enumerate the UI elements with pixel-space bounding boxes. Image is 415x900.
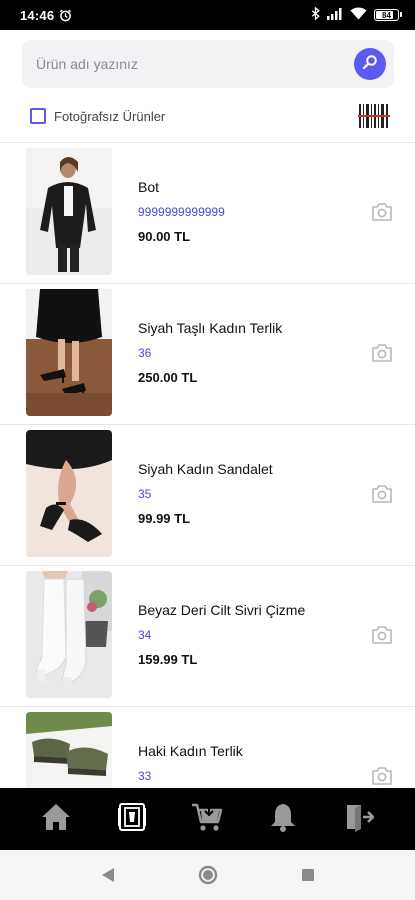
- nav-notifications-button[interactable]: [261, 797, 305, 841]
- camera-icon[interactable]: [371, 203, 393, 226]
- logout-icon: [344, 802, 375, 837]
- back-icon[interactable]: [96, 863, 120, 887]
- search-button[interactable]: [354, 48, 386, 80]
- battery-level: 84: [382, 10, 391, 20]
- camera-icon[interactable]: [371, 626, 393, 649]
- nav-logout-button[interactable]: [337, 797, 381, 841]
- product-barcode: 35: [138, 487, 152, 501]
- black-heeled-sandals-photo: [26, 289, 112, 416]
- search-input[interactable]: [36, 56, 354, 72]
- signal-icon: [327, 7, 343, 23]
- product-price: 99.99 TL: [138, 511, 191, 526]
- filter-row: Fotoğrafsız Ürünler: [30, 102, 390, 130]
- status-bar: 14:46 84: [0, 0, 415, 30]
- khaki-slippers-photo: [26, 712, 112, 788]
- bluetooth-icon: [311, 6, 320, 23]
- product-name: Siyah Taşlı Kadın Terlik: [138, 320, 283, 336]
- product-price: 250.00 TL: [138, 370, 198, 385]
- photoless-products-label[interactable]: Fotoğrafsız Ürünler: [54, 109, 165, 124]
- white-leather-boots-photo: [26, 571, 112, 698]
- barcode-icon[interactable]: [358, 104, 390, 128]
- bottom-navigation: [0, 788, 415, 850]
- product-price: 159.99 TL: [138, 652, 198, 667]
- product-name: Siyah Kadın Sandalet: [138, 461, 273, 477]
- photoless-products-checkbox[interactable]: [30, 108, 46, 124]
- cart-icon: [191, 802, 223, 837]
- wifi-icon: [350, 7, 367, 23]
- product-price: 90.00 TL: [138, 229, 191, 244]
- camera-icon[interactable]: [371, 344, 393, 367]
- product-list[interactable]: Bot 9999999999999 90.00 TL Siyah Taşlı K…: [0, 143, 415, 788]
- alarm-icon: [59, 9, 72, 22]
- product-barcode: 33: [138, 769, 152, 783]
- nav-home-button[interactable]: [34, 797, 78, 841]
- search-bar: [22, 40, 394, 88]
- bell-icon: [270, 802, 296, 837]
- product-barcode: 36: [138, 346, 152, 360]
- black-ankle-strap-sandals-photo: [26, 430, 112, 557]
- home-icon: [41, 803, 71, 836]
- product-barcode: 34: [138, 628, 152, 642]
- product-item[interactable]: Beyaz Deri Cilt Sivri Çizme 34 159.99 TL: [0, 566, 415, 707]
- home-circle-icon[interactable]: [196, 863, 220, 887]
- nav-catalog-button[interactable]: [110, 797, 154, 841]
- battery-icon: 84: [374, 9, 402, 21]
- product-item[interactable]: Siyah Taşlı Kadın Terlik 36 250.00 TL: [0, 284, 415, 425]
- camera-icon[interactable]: [371, 767, 393, 788]
- product-name: Bot: [138, 179, 160, 195]
- camera-icon[interactable]: [371, 485, 393, 508]
- system-navigation: [0, 850, 415, 900]
- product-catalog-icon: [117, 802, 147, 837]
- product-barcode: 9999999999999: [138, 205, 225, 219]
- product-name: Haki Kadın Terlik: [138, 743, 243, 759]
- product-name: Beyaz Deri Cilt Sivri Çizme: [138, 602, 306, 618]
- product-item[interactable]: Haki Kadın Terlik 33: [0, 707, 415, 788]
- recents-icon[interactable]: [296, 863, 320, 887]
- woman-black-blazer-photo: [26, 148, 112, 275]
- nav-cart-button[interactable]: [185, 797, 229, 841]
- product-item[interactable]: Siyah Kadın Sandalet 35 99.99 TL: [0, 425, 415, 566]
- search-icon: [362, 54, 378, 75]
- product-item[interactable]: Bot 9999999999999 90.00 TL: [0, 143, 415, 284]
- status-time: 14:46: [20, 7, 55, 23]
